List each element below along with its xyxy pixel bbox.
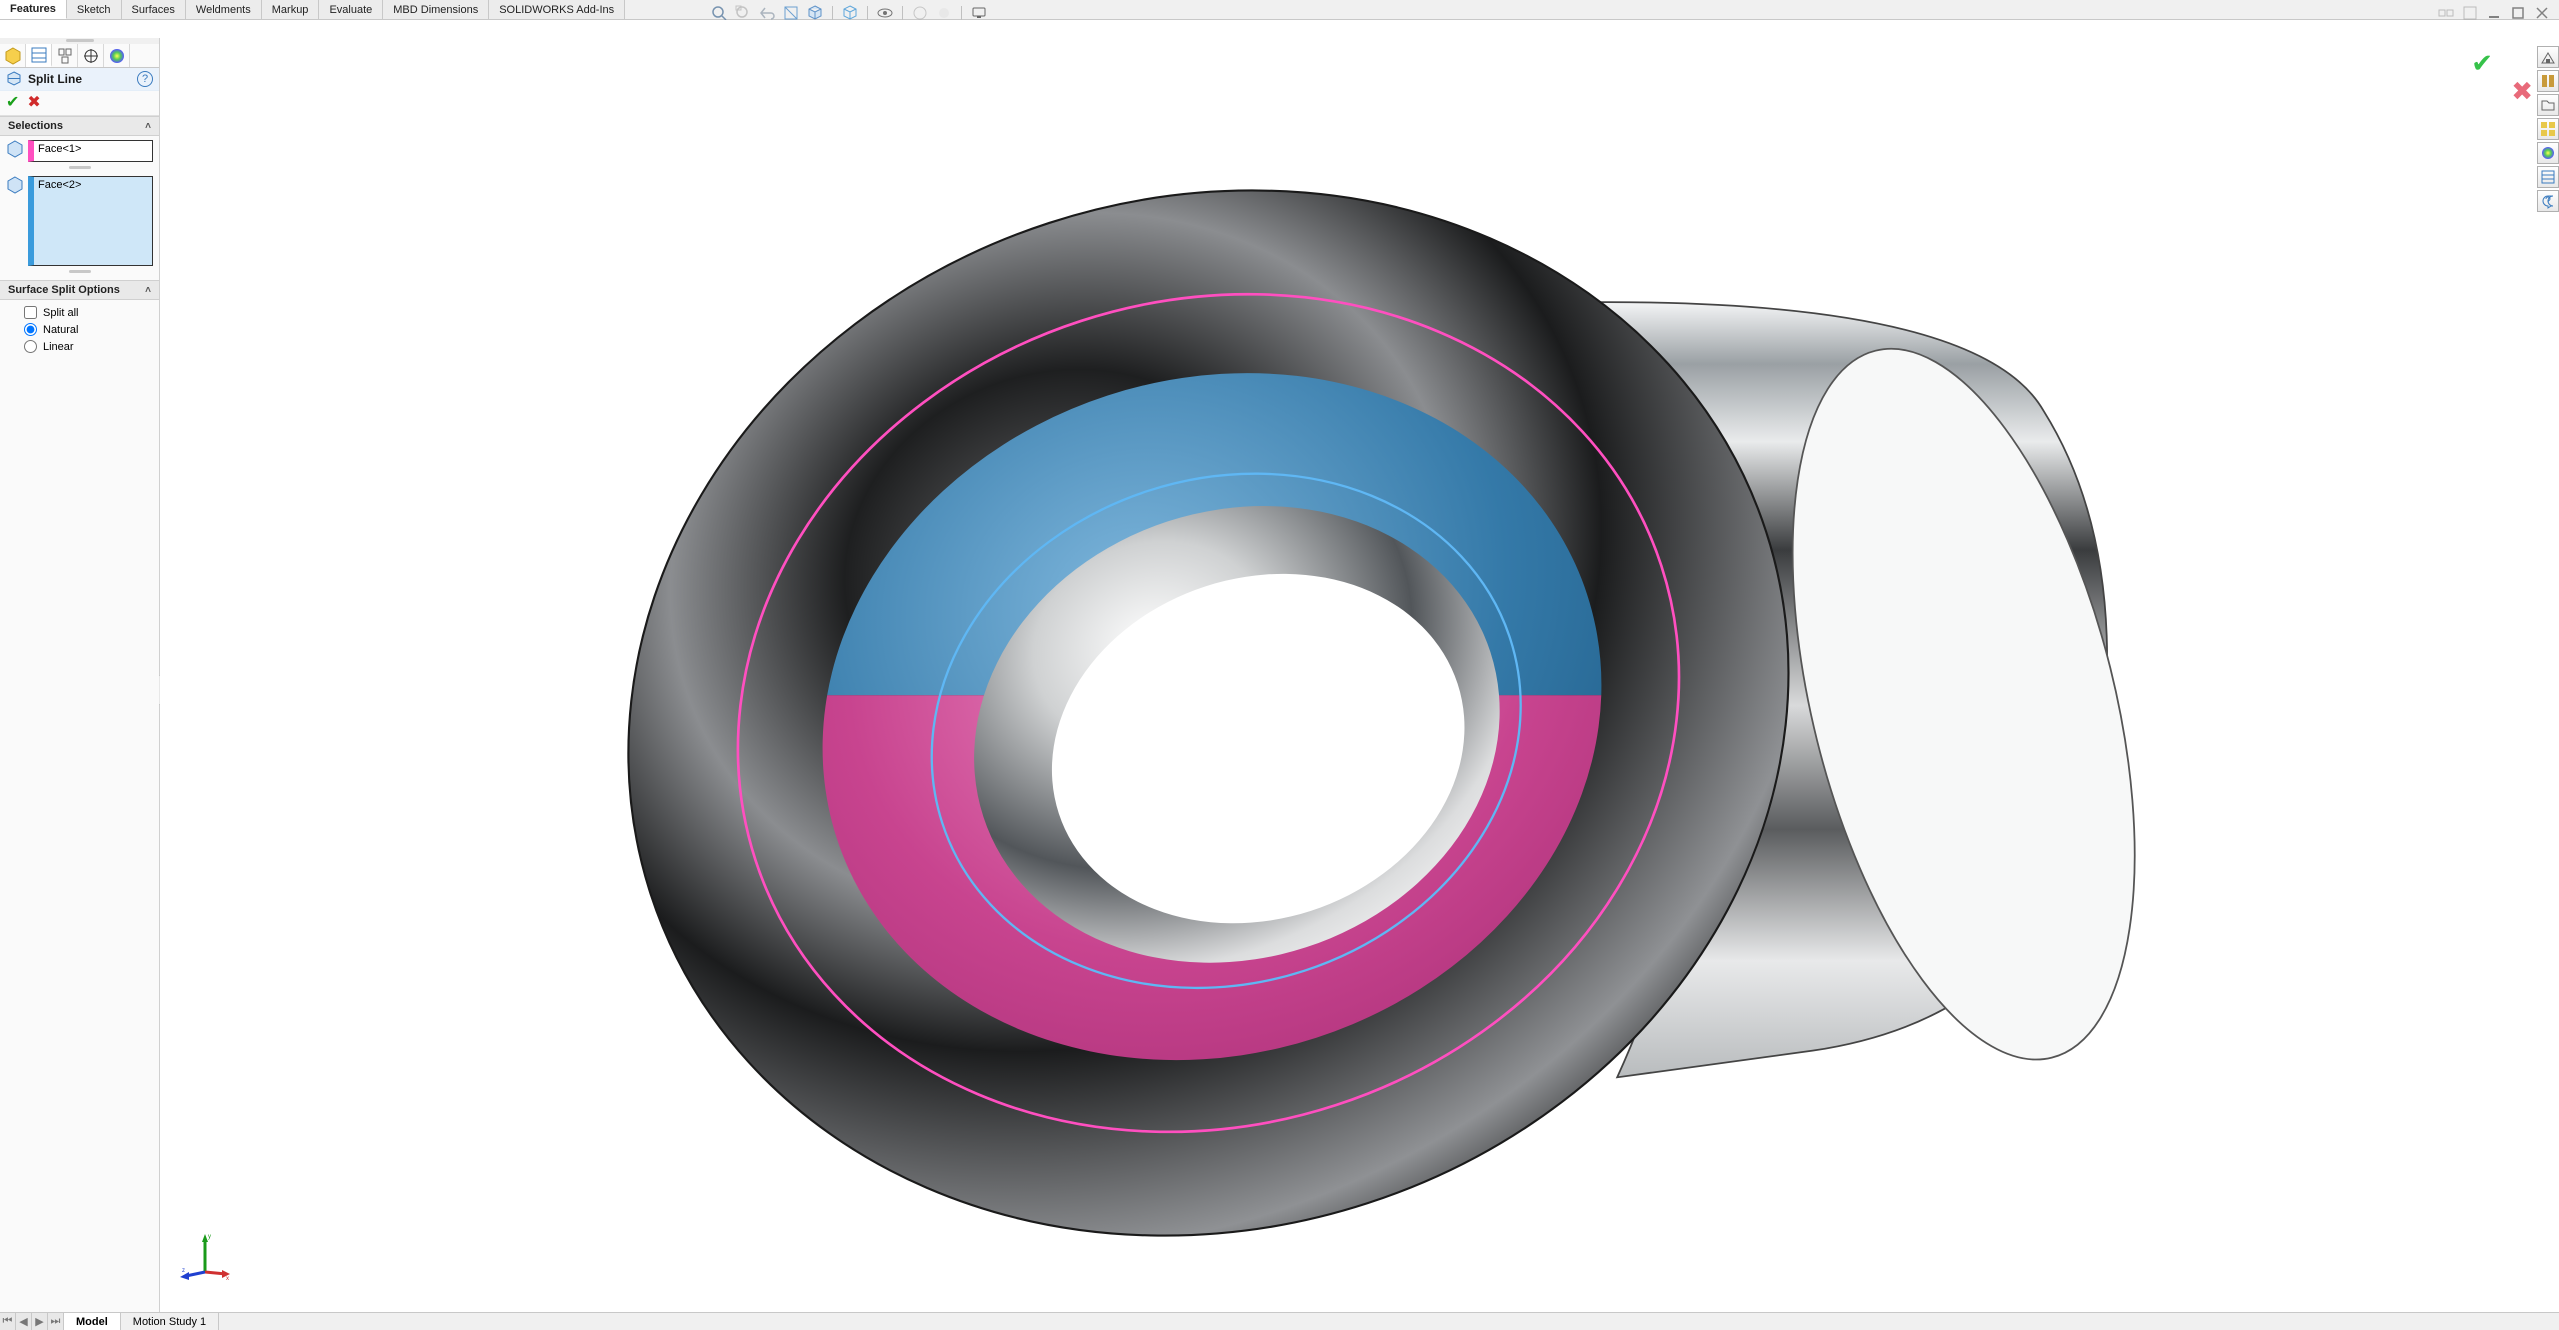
pm-page-tabs — [0, 44, 159, 68]
prev-tab-button[interactable]: ◀ — [16, 1313, 32, 1330]
command-tab-markup[interactable]: Markup — [262, 0, 320, 19]
split-all-option[interactable]: Split all — [6, 304, 153, 321]
surface-split-body: Split all Natural Linear — [0, 300, 159, 359]
next-tab-button[interactable]: ▶ — [32, 1313, 48, 1330]
property-manager-tab[interactable] — [26, 44, 52, 67]
command-manager-tabs: FeaturesSketchSurfacesWeldmentsMarkupEva… — [0, 0, 2559, 20]
last-tab-button[interactable]: ⏭ — [48, 1313, 64, 1330]
list-resize-handle[interactable] — [6, 270, 153, 276]
command-tab-sketch[interactable]: Sketch — [67, 0, 122, 19]
linear-label: Linear — [43, 341, 74, 353]
chevron-up-icon: ˄ — [145, 285, 151, 296]
task-pane — [2537, 46, 2559, 212]
command-tab-features[interactable]: Features — [0, 0, 67, 19]
natural-label: Natural — [43, 324, 78, 336]
reject-feature-button[interactable]: ✖ — [2511, 76, 2533, 107]
cancel-button[interactable]: ✖ — [27, 95, 40, 111]
selections-body: Face<1> Face<2> — [0, 136, 159, 280]
pm-confirm-row: ✔ ✖ — [0, 91, 159, 116]
file-explorer-icon[interactable] — [2537, 94, 2559, 116]
ok-button[interactable]: ✔ — [6, 95, 19, 111]
property-manager-panel: Split Line ? ✔ ✖ Selections ˄ Face<1> Fa… — [0, 38, 160, 1312]
bottom-tab-model[interactable]: Model — [64, 1313, 121, 1330]
feature-manager-tab[interactable] — [0, 44, 26, 67]
design-library-icon[interactable] — [2537, 70, 2559, 92]
command-tab-evaluate[interactable]: Evaluate — [319, 0, 383, 19]
split-line-icon — [6, 71, 22, 87]
display-manager-tab[interactable] — [104, 44, 130, 67]
list-item[interactable]: Face<2> — [34, 177, 152, 193]
bottom-tab-motion-study-1[interactable]: Motion Study 1 — [121, 1313, 219, 1330]
command-tab-surfaces[interactable]: Surfaces — [122, 0, 186, 19]
surface-split-header-label: Surface Split Options — [8, 284, 120, 296]
natural-option[interactable]: Natural — [6, 321, 153, 338]
confirm-feature-button[interactable]: ✔ — [2471, 48, 2493, 79]
surface-split-header[interactable]: Surface Split Options ˄ — [0, 280, 159, 300]
linear-radio[interactable] — [24, 340, 37, 353]
target-body-icon — [6, 176, 24, 194]
first-tab-button[interactable]: ⏮ — [0, 1313, 16, 1330]
bottom-tab-bar: ⏮ ◀ ▶ ⏭ ModelMotion Study 1 — [0, 1312, 2559, 1330]
target-faces-list[interactable]: Face<2> — [28, 176, 153, 266]
list-item[interactable]: Face<1> — [34, 141, 152, 157]
forum-icon[interactable] — [2537, 190, 2559, 212]
dimxpert-manager-tab[interactable] — [78, 44, 104, 67]
configuration-manager-tab[interactable] — [52, 44, 78, 67]
solidworks-resources-icon[interactable] — [2537, 46, 2559, 68]
custom-properties-icon[interactable] — [2537, 166, 2559, 188]
pm-title: Split Line — [28, 72, 131, 86]
selections-header[interactable]: Selections ˄ — [0, 116, 159, 136]
command-tab-mbd-dimensions[interactable]: MBD Dimensions — [383, 0, 489, 19]
selections-header-label: Selections — [8, 120, 63, 132]
pm-title-bar: Split Line ? — [0, 68, 159, 91]
splitting-tool-list[interactable]: Face<1> — [28, 140, 153, 162]
list-resize-handle[interactable] — [6, 166, 153, 172]
natural-radio[interactable] — [24, 323, 37, 336]
model-scene — [160, 20, 2559, 1312]
chevron-up-icon: ˄ — [145, 121, 151, 132]
triad-x-label: x — [226, 1276, 229, 1282]
tool-body-icon — [6, 140, 24, 158]
linear-option[interactable]: Linear — [6, 338, 153, 355]
triad-y-label: y — [208, 1234, 211, 1240]
graphics-viewport[interactable]: y x z ✔ ✖ — [160, 20, 2559, 1312]
split-all-label: Split all — [43, 307, 78, 319]
command-tab-solidworks-add-ins[interactable]: SOLIDWORKS Add-Ins — [489, 0, 625, 19]
help-icon[interactable]: ? — [137, 71, 153, 87]
orientation-triad[interactable]: y x z — [180, 1232, 230, 1282]
split-all-checkbox[interactable] — [24, 306, 37, 319]
triad-z-label: z — [182, 1268, 185, 1274]
appearances-icon[interactable] — [2537, 142, 2559, 164]
command-tab-weldments[interactable]: Weldments — [186, 0, 262, 19]
view-palette-icon[interactable] — [2537, 118, 2559, 140]
